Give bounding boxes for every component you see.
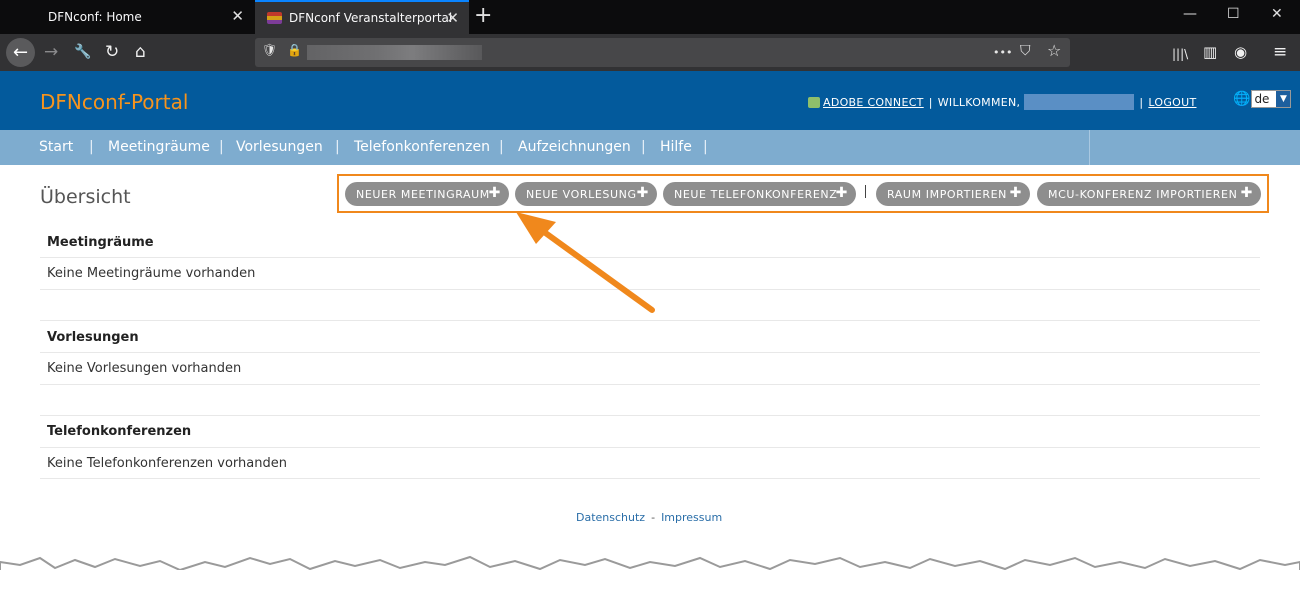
new-lecture-button[interactable]: NEUE VORLESUNG ✚ xyxy=(515,182,657,206)
menu-separator: | xyxy=(703,139,708,155)
home-icon[interactable]: ⌂ xyxy=(135,42,146,62)
menu-item-meetingraeume[interactable]: Meetingräume xyxy=(108,139,210,155)
footer-separator: - xyxy=(651,511,656,524)
new-meetingroom-button[interactable]: NEUER MEETINGRAUM ✚ xyxy=(345,182,509,206)
menu-separator: | xyxy=(89,139,94,155)
close-tab-icon[interactable]: ✕ xyxy=(446,10,459,26)
browser-tab-home[interactable]: DFNconf: Home ✕ xyxy=(36,0,254,34)
divider xyxy=(40,257,1260,258)
site-header: DFNconf-Portal ADOBE CONNECT | WILLKOMME… xyxy=(0,71,1300,130)
close-tab-icon[interactable]: ✕ xyxy=(231,8,244,24)
import-room-button[interactable]: RAUM IMPORTIEREN ✚ xyxy=(876,182,1030,206)
section-empty-telefonkonferenzen: Keine Telefonkonferenzen vorhanden xyxy=(47,456,287,471)
menu-separator: | xyxy=(641,139,646,155)
site-logo[interactable]: DFNconf-Portal xyxy=(40,90,188,114)
language-value: de xyxy=(1254,92,1270,106)
separator: | xyxy=(928,95,933,109)
adobe-connect-icon xyxy=(808,96,820,108)
section-empty-vorlesungen: Keine Vorlesungen vorhanden xyxy=(47,361,242,376)
footer: Datenschutz - Impressum xyxy=(576,511,722,524)
divider xyxy=(40,478,1260,479)
library-icon[interactable]: |||\ xyxy=(1172,44,1188,64)
forward-icon[interactable]: → xyxy=(44,42,58,62)
browser-toolbar: ← → 🔧 ↻ ⌂ 🛡 🔒 ••• ⛉ ☆ |||\ ▥ ◉ ≡ xyxy=(0,34,1300,71)
menu-separator: | xyxy=(335,139,340,155)
globe-icon: 🌐 xyxy=(1233,91,1251,107)
browser-tab-portal[interactable]: DFNconf Veranstalterportal ✕ xyxy=(255,0,469,34)
logout-link[interactable]: LOGOUT xyxy=(1148,96,1196,109)
main-menu: Start | Meetingräume | Vorlesungen | Tel… xyxy=(0,130,1300,165)
menu-separator: | xyxy=(219,139,224,155)
menu-separator: | xyxy=(499,139,504,155)
button-divider xyxy=(865,185,866,198)
language-selector[interactable]: 🌐 de ▼ xyxy=(1233,90,1292,108)
account-icon[interactable]: ◉ xyxy=(1234,42,1247,62)
import-mcu-conference-button[interactable]: MCU-KONFERENZ IMPORTIEREN ✚ xyxy=(1037,182,1261,206)
menu-bar: Start | Meetingräume | Vorlesungen | Tel… xyxy=(0,130,1090,165)
plus-icon: ✚ xyxy=(488,185,501,201)
maximize-icon[interactable]: ☐ xyxy=(1227,6,1240,22)
divider xyxy=(40,320,1260,321)
url-bar[interactable]: 🛡 🔒 ••• ⛉ ☆ xyxy=(255,38,1070,67)
section-empty-meetingraeume: Keine Meetingräume vorhanden xyxy=(47,266,256,281)
favicon-icon xyxy=(267,12,282,24)
new-phoneconference-button[interactable]: NEUE TELEFONKONFERENZ ✚ xyxy=(663,182,856,206)
menu-item-hilfe[interactable]: Hilfe xyxy=(660,139,692,155)
url-redacted xyxy=(307,45,482,60)
screenshot-root: DFNconf: Home ✕ DFNconf Veranstalterport… xyxy=(0,0,1300,596)
plus-icon: ✚ xyxy=(835,185,848,201)
tab-title: DFNconf Veranstalterportal xyxy=(289,11,453,25)
pocket-icon[interactable]: ⛉ xyxy=(1020,43,1031,59)
page-title: Übersicht xyxy=(40,186,131,208)
menu-item-aufzeichnungen[interactable]: Aufzeichnungen xyxy=(518,139,631,155)
plus-icon: ✚ xyxy=(1240,185,1253,201)
imprint-link[interactable]: Impressum xyxy=(661,511,722,524)
menu-item-telefonkonferenzen[interactable]: Telefonkonferenzen xyxy=(354,139,490,155)
tab-title: DFNconf: Home xyxy=(48,10,142,24)
divider xyxy=(40,384,1260,385)
menu-item-vorlesungen[interactable]: Vorlesungen xyxy=(236,139,323,155)
separator: | xyxy=(1139,95,1144,109)
close-window-icon[interactable]: ✕ xyxy=(1271,6,1283,22)
divider xyxy=(40,415,1260,416)
lock-icon[interactable]: 🔒 xyxy=(287,43,302,57)
torn-edge xyxy=(0,555,1300,596)
language-select[interactable]: de ▼ xyxy=(1251,90,1292,108)
button-label: NEUER MEETINGRAUM xyxy=(356,187,490,201)
button-label: RAUM IMPORTIEREN xyxy=(887,187,1007,201)
username-redacted xyxy=(1024,94,1135,110)
plus-icon: ✚ xyxy=(636,185,649,201)
section-heading-meetingraeume: Meetingräume xyxy=(47,235,154,250)
more-icon[interactable]: ••• xyxy=(993,46,1012,59)
user-area: ADOBE CONNECT | WILLKOMMEN, | LOGOUT xyxy=(808,94,1197,110)
privacy-link[interactable]: Datenschutz xyxy=(576,511,645,524)
back-icon[interactable]: ← xyxy=(6,38,35,67)
plus-icon: ✚ xyxy=(1009,185,1022,201)
divider xyxy=(40,352,1260,353)
sidebar-icon[interactable]: ▥ xyxy=(1203,42,1217,62)
section-heading-vorlesungen: Vorlesungen xyxy=(47,330,139,345)
welcome-text: WILLKOMMEN, xyxy=(937,95,1021,109)
tools-icon[interactable]: 🔧 xyxy=(74,42,91,62)
reload-icon[interactable]: ↻ xyxy=(105,42,119,62)
adobe-connect-link[interactable]: ADOBE CONNECT xyxy=(823,96,924,109)
divider xyxy=(40,289,1260,290)
button-label: MCU-KONFERENZ IMPORTIEREN xyxy=(1048,187,1238,201)
minimize-icon[interactable]: — xyxy=(1183,6,1197,22)
chevron-down-icon[interactable]: ▼ xyxy=(1276,91,1291,107)
button-label: NEUE TELEFONKONFERENZ xyxy=(674,187,838,201)
new-tab-icon[interactable]: + xyxy=(474,3,492,28)
divider xyxy=(40,447,1260,448)
button-label: NEUE VORLESUNG xyxy=(526,187,637,201)
menu-icon[interactable]: ≡ xyxy=(1273,42,1287,62)
shield-icon[interactable]: 🛡 xyxy=(262,43,277,57)
browser-tab-bar: DFNconf: Home ✕ DFNconf Veranstalterport… xyxy=(0,0,1300,34)
section-heading-telefonkonferenzen: Telefonkonferenzen xyxy=(47,424,192,439)
bookmark-star-icon[interactable]: ☆ xyxy=(1047,41,1061,60)
menu-item-start[interactable]: Start xyxy=(39,139,73,155)
